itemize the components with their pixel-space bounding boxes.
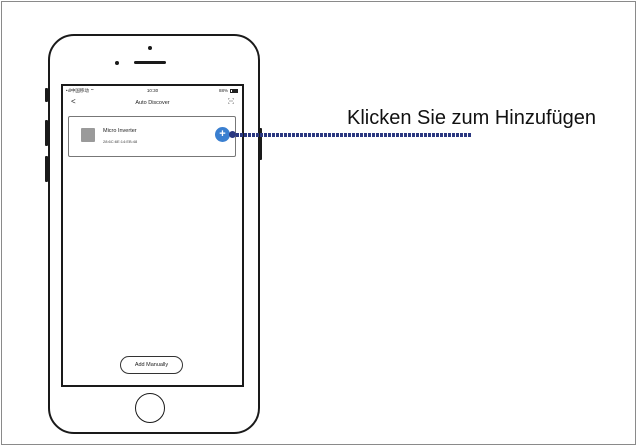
device-mac-address: 28:6C:6E:14:EB:48 (103, 139, 138, 144)
battery-icon (230, 89, 238, 93)
status-bar: •ıll中国移动 ⌔ 10:30 88% (63, 87, 242, 95)
callout-dotted-line (236, 133, 472, 137)
plus-icon[interactable]: + (215, 127, 230, 142)
callout-dot (229, 131, 236, 138)
nav-bar: < Auto Discover (63, 97, 242, 109)
earpiece-speaker (134, 61, 166, 64)
sensor-dot (115, 61, 119, 65)
home-button[interactable] (135, 393, 165, 423)
device-list-item[interactable]: Micro Inverter 28:6C:6E:14:EB:48 + (68, 116, 236, 157)
phone-screen: •ıll中国移动 ⌔ 10:30 88% < Auto Discover Mic… (61, 84, 244, 387)
status-time: 10:30 (146, 88, 159, 93)
page-title: Auto Discover (135, 100, 170, 106)
device-image (81, 128, 95, 142)
scan-icon[interactable] (228, 98, 234, 104)
front-camera (148, 46, 152, 50)
callout-label: Klicken Sie zum Hinzufügen (347, 107, 597, 129)
device-name: Micro Inverter (103, 128, 137, 134)
battery-percent: 88% (218, 88, 228, 93)
add-manually-button[interactable]: Add Manually (120, 356, 183, 374)
